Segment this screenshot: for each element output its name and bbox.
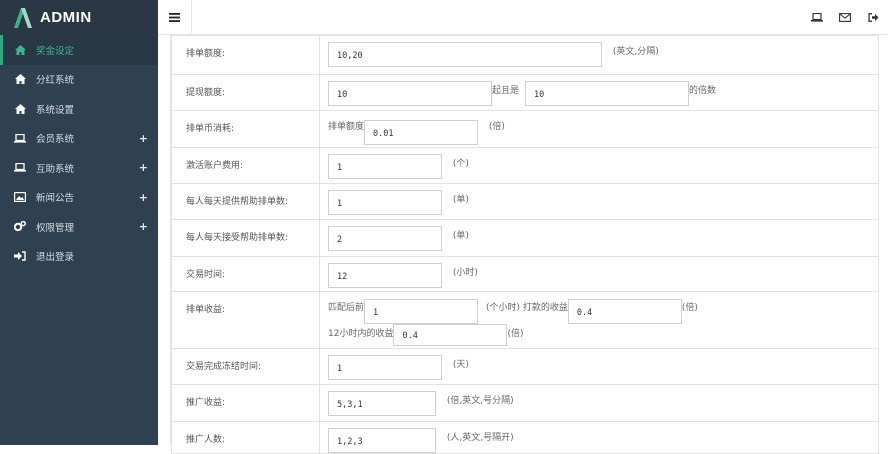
field-text: 排单额度 (328, 122, 365, 132)
promotion-profit-input[interactable]: 5,3,1 (328, 391, 436, 416)
sidebar-item-label: 分红系统 (36, 75, 75, 87)
trade-time-input[interactable]: 12 (328, 263, 442, 288)
sidebar-item-members[interactable]: 会员系统 + (0, 124, 158, 154)
sidebar-item-bonus[interactable]: 奖金设定 (0, 35, 158, 65)
laptop-icon (14, 162, 26, 174)
freeze-time-input[interactable]: 1 (328, 355, 442, 380)
queue-coin-input[interactable]: 0.01 (364, 120, 479, 145)
image-icon (14, 191, 26, 203)
field-hint: (英文,分隔) (612, 47, 659, 57)
field-text: 12小时内的收益 (328, 329, 394, 339)
expand-plus-icon[interactable]: + (139, 191, 148, 204)
sidebar: ADMIN 奖金设定 分红系统 系统设置 会员系统 + 互助系统 + 新闻公告 … (0, 0, 158, 445)
form-row: 推广人数: 1,2,3 (人,英文,号隔开) (171, 421, 879, 454)
withdraw-multiple-input[interactable]: 10 (525, 81, 689, 106)
sign-in-icon (14, 250, 26, 262)
sidebar-item-label: 奖金设定 (36, 45, 75, 57)
early-hours-input[interactable]: 1 (364, 299, 479, 324)
field-label: 排单额度: (171, 35, 320, 75)
sign-out-icon[interactable] (866, 11, 880, 23)
sidebar-item-label: 互助系统 (36, 163, 75, 175)
laptop-icon (14, 132, 26, 144)
form-row: 排单币消耗: 排单额度0.01 (倍) (171, 110, 879, 148)
expand-plus-icon[interactable]: + (139, 161, 148, 174)
sidebar-item-settings[interactable]: 系统设置 (0, 94, 158, 124)
accept-help-input[interactable]: 2 (328, 226, 442, 251)
sidebar-item-label: 退出登录 (36, 252, 75, 264)
field-label: 推广收益: (171, 384, 320, 422)
field-text: (个小时) 打款的收益 (486, 303, 568, 313)
home-icon (14, 44, 26, 56)
field-hint: (小时) (452, 268, 478, 278)
field-hint: (人,英文,号隔开) (446, 433, 514, 443)
sidebar-nav: 奖金设定 分红系统 系统设置 会员系统 + 互助系统 + 新闻公告 + 权限管理 (0, 35, 158, 271)
expand-plus-icon[interactable]: + (139, 132, 148, 145)
field-label: 排单收益: (171, 291, 320, 349)
quota-input[interactable]: 10,20 (328, 42, 602, 67)
sidebar-item-label: 权限管理 (36, 222, 75, 234)
late-profit-input[interactable]: 0.4 (393, 324, 508, 346)
withdraw-min-input[interactable]: 10 (328, 81, 492, 106)
home-icon (14, 103, 26, 115)
form-row: 排单收益: 匹配后前 1 (个小时) 打款的收益 0.4 (倍) 12小时内的收益 0.4… (171, 291, 879, 349)
form-row: 每人每天提供帮助排单数: 1 (单) (171, 183, 879, 220)
hamburger-icon (169, 13, 180, 22)
logo-icon (14, 7, 32, 28)
field-hint: (倍) (681, 303, 698, 313)
field-label: 推广人数: (171, 421, 320, 454)
menu-toggle-button[interactable] (158, 0, 192, 35)
provide-help-input[interactable]: 1 (328, 190, 442, 215)
laptop-icon[interactable] (810, 11, 824, 23)
field-text: 起且是 (492, 86, 520, 96)
cogs-icon (14, 221, 26, 233)
field-label: 交易完成冻结时间: (171, 348, 320, 385)
brand-name: ADMIN (40, 9, 92, 26)
field-label: 每人每天接受帮助排单数: (171, 219, 320, 257)
early-profit-input[interactable]: 0.4 (567, 299, 682, 324)
sidebar-item-label: 新闻公告 (36, 193, 75, 205)
sidebar-item-label: 会员系统 (36, 134, 75, 146)
field-label: 排单币消耗: (171, 110, 320, 148)
field-hint: (倍,英文,号分隔) (446, 396, 514, 406)
sidebar-item-news[interactable]: 新闻公告 + (0, 183, 158, 213)
field-label: 交易时间: (171, 256, 320, 292)
brand[interactable]: ADMIN (0, 0, 158, 35)
form-row: 激活账户费用: 1 (个) (171, 147, 879, 184)
field-label: 每人每天提供帮助排单数: (171, 183, 320, 220)
field-hint: (倍) (507, 329, 524, 339)
topbar-tools (810, 11, 880, 23)
top-navbar (158, 0, 888, 35)
sidebar-item-permissions[interactable]: 权限管理 + (0, 212, 158, 242)
field-hint: (单) (452, 231, 469, 241)
field-hint: (倍) (488, 122, 505, 132)
home-icon (14, 73, 26, 85)
field-hint: 的倍数 (689, 86, 717, 96)
form-row: 交易完成冻结时间: 1 (天) (171, 348, 879, 385)
settings-form: 排单额度: 10,20 (英文,分隔) 提现额度: 10 起且是 10 的倍数 排单币… (170, 35, 879, 454)
sidebar-item-mutual-aid[interactable]: 互助系统 + (0, 153, 158, 183)
expand-plus-icon[interactable]: + (139, 220, 148, 233)
field-hint: (个) (452, 159, 469, 169)
form-row: 推广收益: 5,3,1 (倍,英文,号分隔) (171, 384, 879, 422)
form-row: 排单额度: 10,20 (英文,分隔) (171, 35, 879, 75)
field-label: 提现额度: (171, 74, 320, 111)
promotion-count-input[interactable]: 1,2,3 (328, 428, 436, 453)
field-hint: (单) (452, 195, 469, 205)
sidebar-item-logout[interactable]: 退出登录 (0, 242, 158, 272)
form-row: 交易时间: 12 (小时) (171, 256, 879, 292)
envelope-icon[interactable] (838, 11, 852, 23)
field-text: 匹配后前 (328, 303, 365, 313)
form-row: 每人每天接受帮助排单数: 2 (单) (171, 219, 879, 257)
sidebar-item-dividend[interactable]: 分红系统 (0, 65, 158, 95)
field-label: 激活账户费用: (171, 147, 320, 184)
activation-fee-input[interactable]: 1 (328, 154, 442, 179)
sidebar-item-label: 系统设置 (36, 104, 75, 116)
field-hint: (天) (452, 360, 469, 370)
form-row: 提现额度: 10 起且是 10 的倍数 (171, 74, 879, 111)
